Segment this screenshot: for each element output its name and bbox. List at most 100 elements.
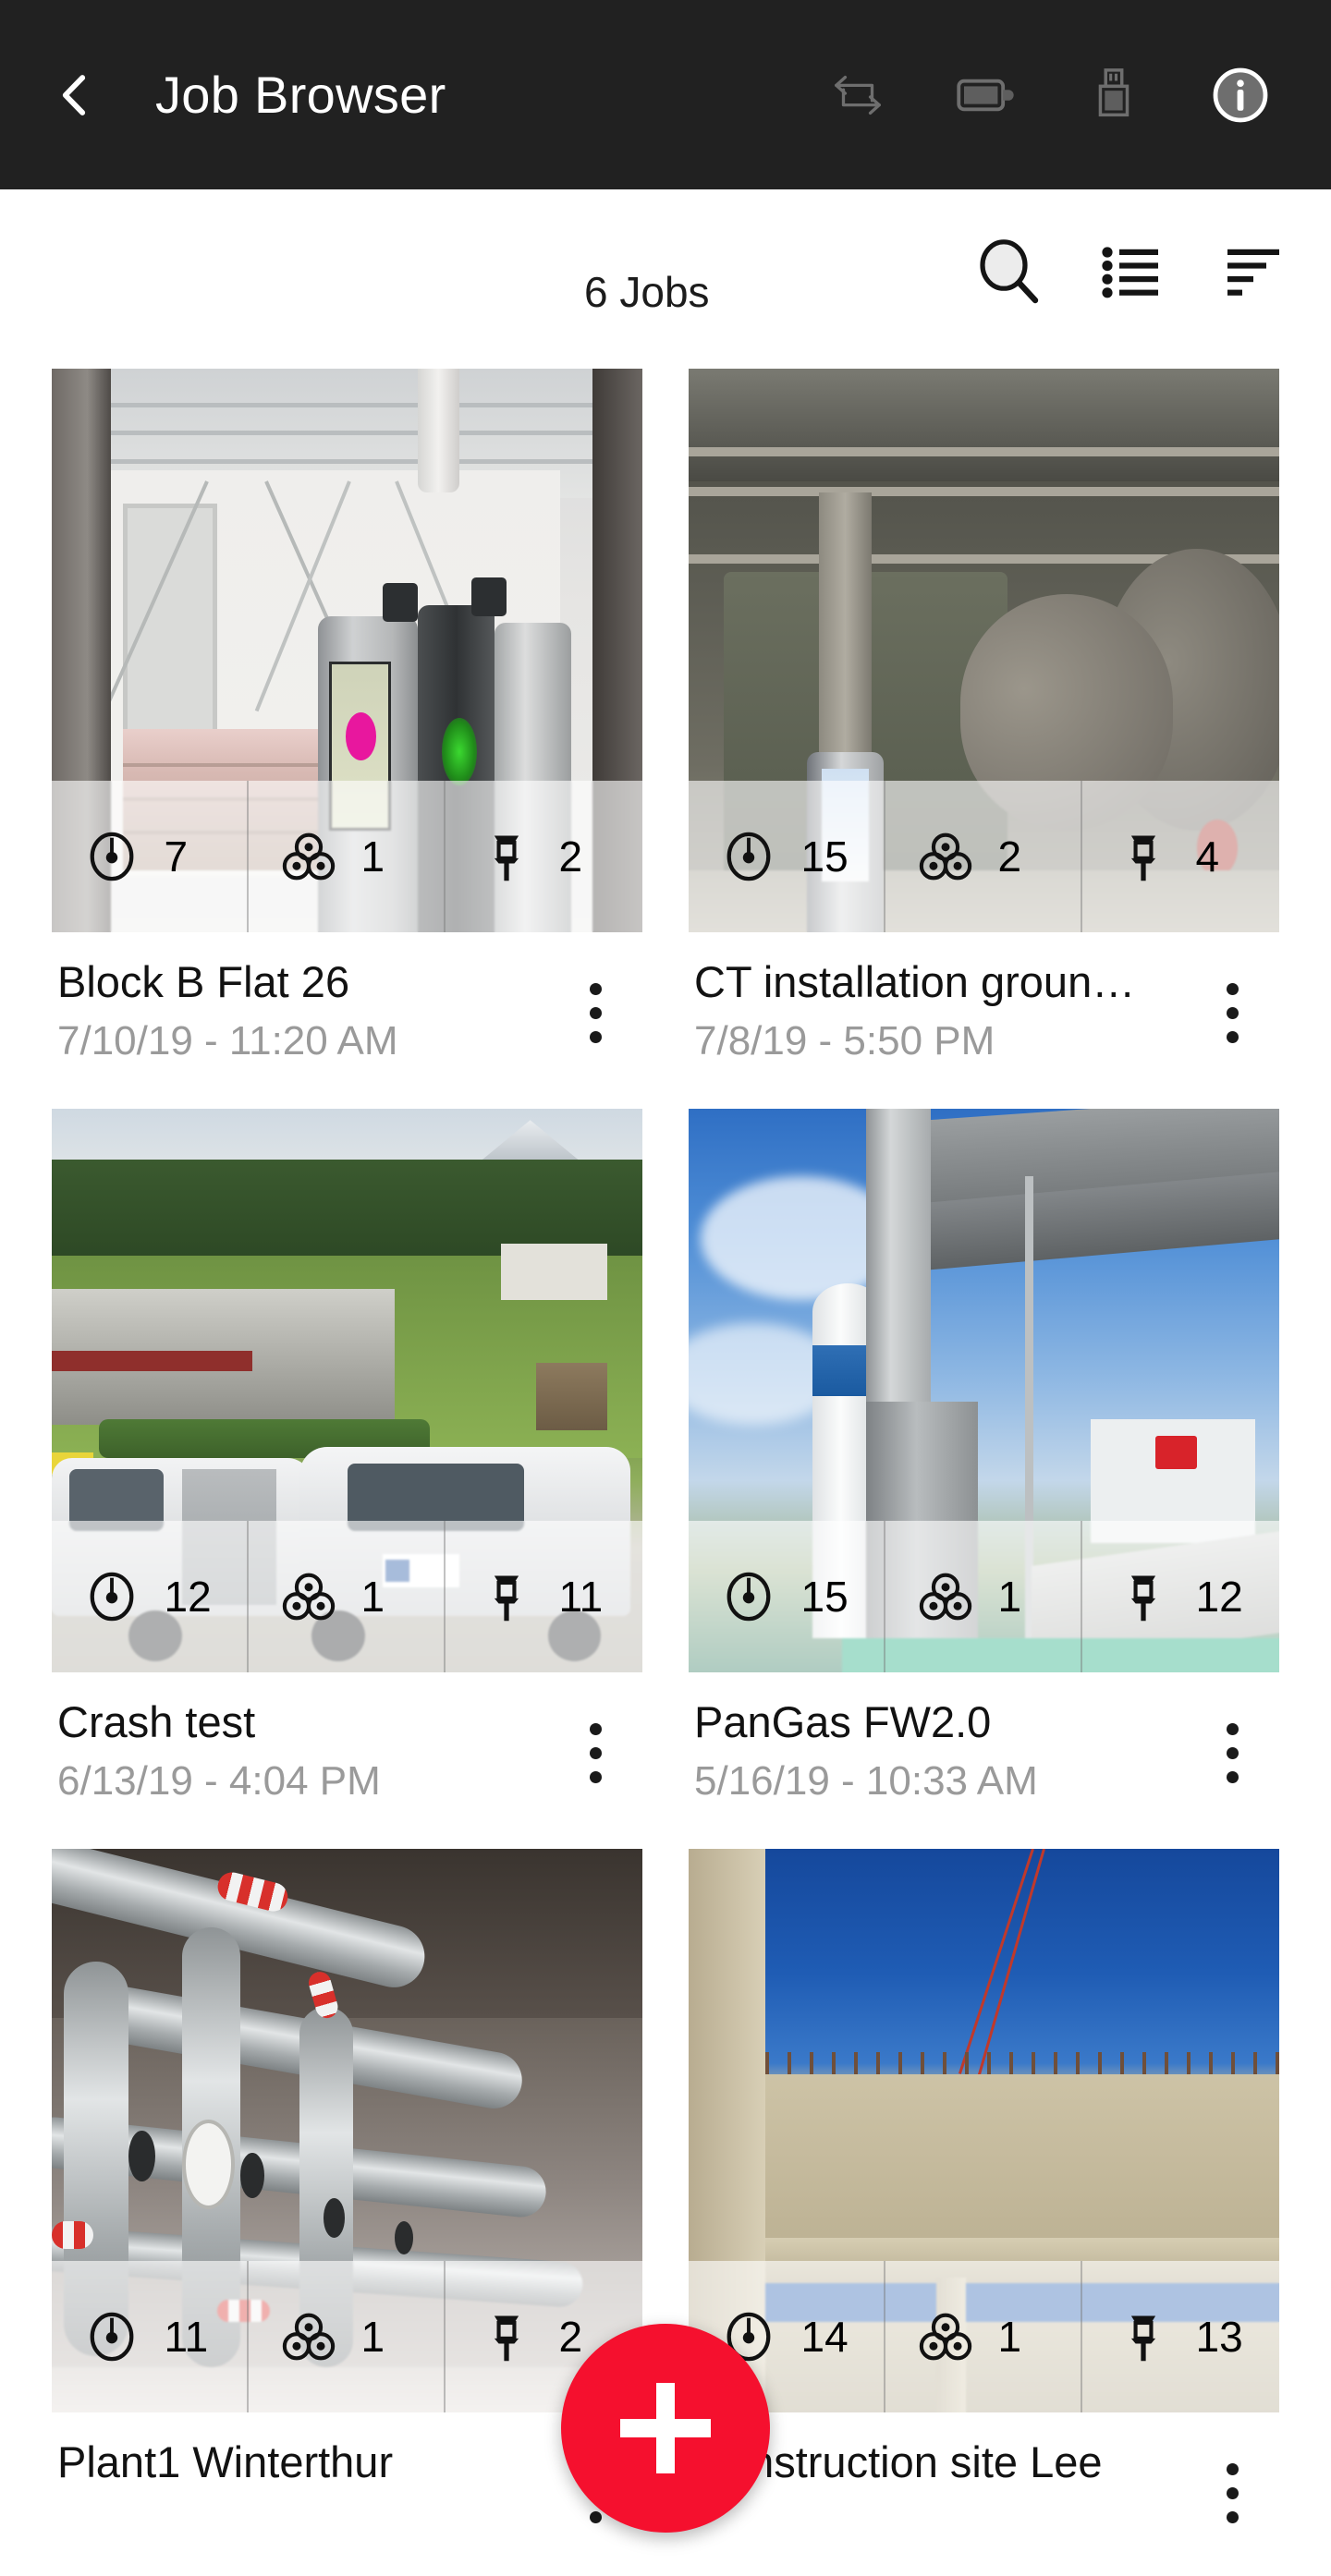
job-title: Construction site Lee bbox=[694, 2437, 1103, 2486]
pin-marker-icon bbox=[478, 828, 535, 885]
jobs-count-label: 6 Jobs bbox=[584, 268, 710, 316]
scan-setup-icon bbox=[720, 828, 777, 885]
job-card[interactable]: 11 1 2 Plant1 Winterthur bbox=[52, 1849, 642, 2574]
target-spheres-icon bbox=[917, 828, 974, 885]
scan-setup-icon bbox=[83, 828, 140, 885]
job-stats: 14 1 13 bbox=[689, 2261, 1279, 2412]
job-meta: Construction site Lee bbox=[689, 2412, 1279, 2574]
job-thumbnail[interactable]: 14 1 13 bbox=[689, 1849, 1279, 2412]
target-spheres-icon bbox=[280, 828, 337, 885]
stat-targets: 1 bbox=[249, 1521, 446, 1672]
transfer-sync-button[interactable] bbox=[821, 58, 895, 132]
app-bar-actions bbox=[821, 58, 1294, 132]
job-stats: 15 2 4 bbox=[689, 781, 1279, 932]
battery-button[interactable] bbox=[948, 58, 1022, 132]
pin-marker-icon bbox=[478, 2308, 535, 2365]
job-title: Crash test bbox=[57, 1697, 256, 1746]
stat-setups-value: 14 bbox=[800, 2313, 849, 2361]
scan-setup-icon bbox=[83, 2308, 140, 2365]
job-thumbnail[interactable]: 15 2 4 bbox=[689, 369, 1279, 932]
stat-targets: 1 bbox=[249, 781, 446, 932]
job-overflow-menu-button[interactable] bbox=[568, 971, 622, 1054]
job-overflow-menu-button[interactable] bbox=[1205, 2451, 1259, 2534]
chevron-left-icon bbox=[62, 74, 86, 115]
stat-targets: 1 bbox=[885, 2261, 1082, 2412]
list-view-button[interactable] bbox=[1091, 232, 1172, 313]
page-title: Job Browser bbox=[155, 66, 446, 124]
info-button[interactable] bbox=[1203, 58, 1277, 132]
stat-setups: 15 bbox=[689, 1521, 885, 1672]
stat-setups: 12 bbox=[52, 1521, 249, 1672]
target-spheres-icon bbox=[280, 2308, 337, 2365]
target-spheres-icon bbox=[917, 2308, 974, 2365]
stat-targets-value: 1 bbox=[997, 1573, 1022, 1621]
job-meta: Plant1 Winterthur bbox=[52, 2412, 642, 2574]
job-overflow-menu-button[interactable] bbox=[568, 1711, 622, 1794]
job-card[interactable]: 15 1 12 PanGas FW2.0 5/16/19 - 10:33 AM bbox=[689, 1109, 1279, 1834]
stat-targets: 2 bbox=[885, 781, 1082, 932]
back-button[interactable] bbox=[41, 60, 111, 130]
stat-setups: 11 bbox=[52, 2261, 249, 2412]
sort-button[interactable] bbox=[1213, 232, 1294, 313]
stat-targets: 1 bbox=[885, 1521, 1082, 1672]
job-thumbnail[interactable]: 15 1 12 bbox=[689, 1109, 1279, 1672]
list-view-icon bbox=[1102, 247, 1158, 298]
job-title: Block B Flat 26 bbox=[57, 957, 350, 1006]
scan-setup-icon bbox=[720, 1568, 777, 1625]
job-date: 6/13/19 - 4:04 PM bbox=[57, 1758, 381, 1804]
usb-drive-button[interactable] bbox=[1076, 58, 1150, 132]
jobs-toolbar: 6 Jobs bbox=[0, 189, 1331, 356]
pin-marker-icon bbox=[478, 1568, 535, 1625]
plus-icon-vertical bbox=[656, 2383, 675, 2473]
stat-points: 4 bbox=[1082, 781, 1279, 932]
pin-marker-icon bbox=[1115, 1568, 1172, 1625]
job-overflow-menu-button[interactable] bbox=[1205, 971, 1259, 1054]
stat-setups-value: 15 bbox=[800, 832, 849, 881]
target-spheres-icon bbox=[917, 1568, 974, 1625]
job-date: 7/10/19 - 11:20 AM bbox=[57, 1018, 398, 1064]
battery-icon bbox=[957, 79, 1014, 111]
stat-points-value: 13 bbox=[1195, 2313, 1243, 2361]
job-card[interactable]: 12 1 11 Crash test 6/13/19 - 4:04 PM bbox=[52, 1109, 642, 1834]
pin-marker-icon bbox=[1115, 2308, 1172, 2365]
info-icon bbox=[1213, 67, 1268, 122]
stat-points-value: 2 bbox=[558, 832, 583, 881]
job-meta: PanGas FW2.0 5/16/19 - 10:33 AM bbox=[689, 1672, 1279, 1834]
job-meta: Crash test 6/13/19 - 4:04 PM bbox=[52, 1672, 642, 1834]
pin-marker-icon bbox=[1115, 828, 1172, 885]
job-stats: 7 1 2 bbox=[52, 781, 642, 932]
job-thumbnail[interactable]: 11 1 2 bbox=[52, 1849, 642, 2412]
search-button[interactable] bbox=[969, 232, 1050, 313]
stat-setups: 15 bbox=[689, 781, 885, 932]
job-meta: Block B Flat 26 7/10/19 - 11:20 AM bbox=[52, 932, 642, 1094]
target-spheres-icon bbox=[280, 1568, 337, 1625]
job-thumbnail[interactable]: 12 1 11 bbox=[52, 1109, 642, 1672]
job-card[interactable]: 14 1 13 Construction site Lee bbox=[689, 1849, 1279, 2574]
add-job-fab[interactable] bbox=[561, 2324, 770, 2533]
stat-setups-value: 7 bbox=[164, 832, 189, 881]
job-card[interactable]: 7 1 2 Block B Flat 26 7/10/19 - 11:20 AM bbox=[52, 369, 642, 1094]
job-card[interactable]: 15 2 4 CT installation groun… 7/8/19 - 5… bbox=[689, 369, 1279, 1094]
stat-points-value: 12 bbox=[1195, 1573, 1243, 1621]
job-thumbnail[interactable]: 7 1 2 bbox=[52, 369, 642, 932]
sort-icon bbox=[1227, 249, 1279, 296]
scan-setup-icon bbox=[83, 1568, 140, 1625]
stat-setups-value: 15 bbox=[800, 1573, 849, 1621]
stat-points: 2 bbox=[446, 781, 642, 932]
transfer-sync-icon bbox=[835, 75, 881, 115]
jobs-grid: 7 1 2 Block B Flat 26 7/10/19 - 11:20 AM… bbox=[0, 356, 1331, 2574]
stat-points: 11 bbox=[446, 1521, 642, 1672]
toolbar-actions bbox=[969, 232, 1294, 313]
usb-drive-icon bbox=[1098, 67, 1130, 116]
stat-targets-value: 2 bbox=[997, 832, 1022, 881]
stat-setups-value: 11 bbox=[164, 2313, 209, 2361]
job-overflow-menu-button[interactable] bbox=[1205, 1711, 1259, 1794]
stat-setups-value: 12 bbox=[164, 1573, 212, 1621]
job-meta: CT installation groun… 7/8/19 - 5:50 PM bbox=[689, 932, 1279, 1094]
stat-points-value: 11 bbox=[558, 1573, 604, 1621]
stat-setups: 7 bbox=[52, 781, 249, 932]
stat-targets-value: 1 bbox=[997, 2313, 1022, 2361]
job-title: PanGas FW2.0 bbox=[694, 1697, 992, 1746]
app-bar: Job Browser bbox=[0, 0, 1331, 189]
stat-targets-value: 1 bbox=[360, 2313, 385, 2361]
